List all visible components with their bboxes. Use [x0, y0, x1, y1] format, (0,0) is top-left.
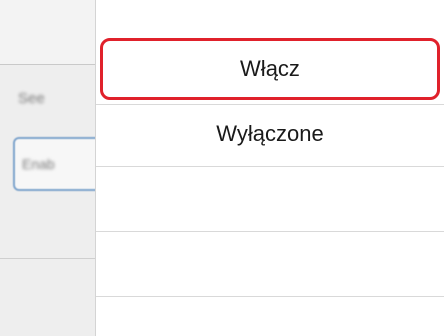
- background-divider-lower: [0, 258, 95, 259]
- background-setting-label: See: [18, 90, 45, 107]
- option-disabled-label: Wyłączone: [216, 121, 324, 146]
- empty-option-row: [96, 232, 444, 296]
- background-divider: [0, 64, 95, 65]
- background-setting-value: Enab: [22, 156, 55, 172]
- popup-top-edge: [96, 0, 444, 10]
- option-enable[interactable]: Włącz: [100, 38, 440, 100]
- background-header: [0, 0, 95, 64]
- options-popup: Włącz Wyłączone: [95, 0, 444, 336]
- option-disabled[interactable]: Wyłączone: [100, 106, 440, 162]
- option-divider: [96, 104, 444, 105]
- screen: See Enab Włącz Wyłączone: [0, 0, 444, 336]
- empty-option-row: [96, 297, 444, 336]
- empty-option-row: [96, 167, 444, 231]
- background-settings-panel: See Enab: [0, 0, 95, 336]
- option-enable-label: Włącz: [240, 56, 300, 81]
